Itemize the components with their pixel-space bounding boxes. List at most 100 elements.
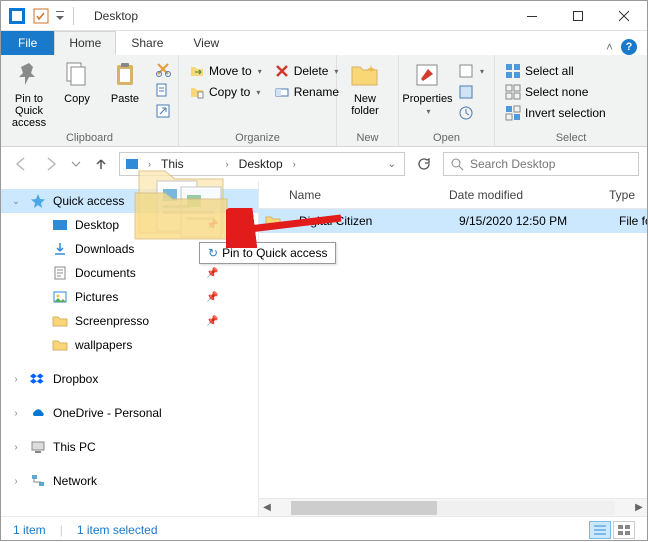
expand-icon[interactable]: › bbox=[9, 408, 23, 419]
paste-shortcut-button[interactable] bbox=[151, 101, 175, 121]
folder-icon bbox=[51, 336, 69, 354]
expand-icon[interactable]: ⌄ bbox=[9, 196, 23, 207]
nav-documents[interactable]: Documents 📌 bbox=[1, 261, 258, 285]
copy-to-icon bbox=[189, 84, 205, 100]
star-icon bbox=[29, 192, 47, 210]
copy-to-button[interactable]: Copy to▾ bbox=[185, 82, 266, 102]
edit-button-sm[interactable] bbox=[454, 82, 488, 102]
search-placeholder: Search Desktop bbox=[470, 157, 555, 171]
new-folder-button[interactable]: New folder bbox=[341, 57, 389, 119]
horizontal-scrollbar[interactable]: ◀ ▶ bbox=[259, 498, 647, 516]
group-select-label: Select bbox=[499, 131, 643, 145]
pin-to-quick-access-button[interactable]: Pin to Quick access bbox=[5, 57, 53, 131]
scroll-thumb[interactable] bbox=[291, 501, 437, 515]
nav-dropbox[interactable]: › Dropbox bbox=[1, 367, 258, 391]
cut-icon bbox=[155, 61, 171, 77]
paste-button[interactable]: Paste bbox=[101, 57, 149, 107]
properties-button[interactable]: Properties▾ bbox=[403, 57, 452, 118]
pin-icon bbox=[13, 59, 45, 91]
nav-recent-button[interactable] bbox=[69, 152, 83, 176]
window-title: Desktop bbox=[84, 9, 138, 23]
nav-wallpapers[interactable]: wallpapers bbox=[1, 333, 258, 357]
delete-button[interactable]: Delete▾ bbox=[270, 61, 343, 81]
tab-share[interactable]: Share bbox=[116, 31, 178, 55]
address-dropdown-icon[interactable]: ⌄ bbox=[384, 159, 400, 170]
ribbon-tabs: File Home Share View ˄ ? bbox=[1, 31, 647, 55]
onedrive-icon bbox=[29, 404, 47, 422]
paste-icon bbox=[109, 59, 141, 91]
history-icon bbox=[458, 105, 474, 121]
search-input[interactable]: Search Desktop bbox=[443, 152, 639, 176]
downloads-folder-icon bbox=[51, 240, 69, 258]
column-name[interactable]: Name bbox=[277, 188, 437, 202]
column-headers: Name Date modified Type bbox=[259, 181, 647, 209]
select-all-button[interactable]: Select all bbox=[501, 61, 610, 81]
qat-properties-icon[interactable] bbox=[31, 6, 51, 26]
address-bar-row: › This › Desktop › ⌄ Search Desktop bbox=[1, 147, 647, 181]
copy-path-icon bbox=[155, 82, 171, 98]
nav-thispc[interactable]: › This PC bbox=[1, 435, 258, 459]
chevron-down-icon: ▾ bbox=[258, 67, 262, 76]
minimize-button[interactable] bbox=[509, 1, 555, 31]
invert-selection-icon bbox=[505, 105, 521, 121]
ribbon: Pin to Quick access Copy Paste Clipboard… bbox=[1, 55, 647, 147]
column-date[interactable]: Date modified bbox=[437, 188, 597, 202]
search-icon bbox=[450, 157, 464, 171]
file-date: 9/15/2020 12:50 PM bbox=[447, 214, 607, 228]
maximize-button[interactable] bbox=[555, 1, 601, 31]
help-icon[interactable]: ? bbox=[621, 39, 637, 55]
folder-icon bbox=[51, 312, 69, 330]
thispc-icon bbox=[29, 438, 47, 456]
expand-icon[interactable]: › bbox=[9, 476, 23, 487]
collapse-ribbon-icon[interactable]: ˄ bbox=[606, 40, 613, 54]
close-button[interactable] bbox=[601, 1, 647, 31]
nav-pictures[interactable]: Pictures 📌 bbox=[1, 285, 258, 309]
move-to-button[interactable]: Move to▾ bbox=[185, 61, 266, 81]
status-selected: 1 item selected bbox=[77, 523, 158, 537]
breadcrumb-desktop[interactable]: Desktop bbox=[237, 157, 285, 171]
scroll-right-icon[interactable]: ▶ bbox=[631, 502, 647, 513]
nav-screenpresso[interactable]: Screenpresso 📌 bbox=[1, 309, 258, 333]
tab-file[interactable]: File bbox=[1, 31, 54, 55]
qat-dropdown-icon[interactable] bbox=[55, 6, 65, 26]
paste-shortcut-icon bbox=[155, 103, 171, 119]
title-bar: Desktop bbox=[1, 1, 647, 31]
view-details-button[interactable] bbox=[589, 521, 611, 539]
cut-button[interactable] bbox=[151, 59, 175, 79]
drag-ghost-folder bbox=[131, 153, 231, 243]
properties-icon bbox=[411, 59, 443, 91]
new-folder-icon bbox=[349, 59, 381, 91]
open-button-sm[interactable]: ▾ bbox=[454, 61, 488, 81]
history-button-sm[interactable] bbox=[454, 103, 488, 123]
chevron-down-icon: ▾ bbox=[426, 107, 430, 116]
chevron-down-icon: ▾ bbox=[480, 67, 484, 76]
column-type[interactable]: Type bbox=[597, 188, 647, 202]
tab-home[interactable]: Home bbox=[54, 31, 116, 55]
copy-icon bbox=[61, 59, 93, 91]
expand-icon[interactable]: › bbox=[9, 442, 23, 453]
view-icons-button[interactable] bbox=[613, 521, 635, 539]
group-new-label: New bbox=[341, 131, 394, 145]
dropbox-icon bbox=[29, 370, 47, 388]
nav-up-button[interactable] bbox=[89, 152, 113, 176]
app-icon bbox=[7, 6, 27, 26]
delete-icon bbox=[274, 63, 290, 79]
breadcrumb-chevron-icon[interactable]: › bbox=[289, 159, 300, 169]
invert-selection-button[interactable]: Invert selection bbox=[501, 103, 610, 123]
copy-button[interactable]: Copy bbox=[53, 57, 101, 107]
refresh-button[interactable] bbox=[411, 152, 437, 176]
nav-back-button[interactable] bbox=[9, 152, 33, 176]
rename-button[interactable]: Rename bbox=[270, 82, 343, 102]
group-organize-label: Organize bbox=[183, 131, 332, 145]
pin-icon: 📌 bbox=[206, 292, 222, 303]
copy-path-button[interactable] bbox=[151, 80, 175, 100]
expand-icon[interactable]: › bbox=[9, 374, 23, 385]
nav-network[interactable]: › Network bbox=[1, 469, 258, 493]
scroll-left-icon[interactable]: ◀ bbox=[259, 502, 275, 513]
nav-forward-button[interactable] bbox=[39, 152, 63, 176]
nav-onedrive[interactable]: › OneDrive - Personal bbox=[1, 401, 258, 425]
quick-access-toolbar bbox=[1, 6, 84, 26]
window-controls bbox=[509, 1, 647, 31]
tab-view[interactable]: View bbox=[178, 31, 234, 55]
select-none-button[interactable]: Select none bbox=[501, 82, 610, 102]
